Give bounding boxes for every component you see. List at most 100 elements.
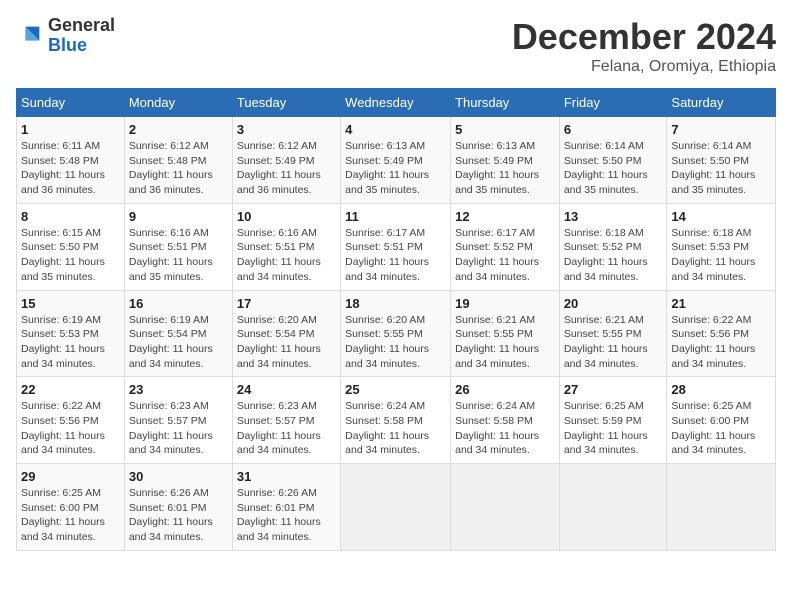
day-info: Sunrise: 6:14 AMSunset: 5:50 PMDaylight:…	[564, 139, 663, 198]
day-info: Sunrise: 6:26 AMSunset: 6:01 PMDaylight:…	[129, 486, 228, 545]
calendar-cell	[341, 464, 451, 551]
calendar-week-4: 22 Sunrise: 6:22 AMSunset: 5:56 PMDayligh…	[17, 377, 776, 464]
day-number: 31	[237, 469, 336, 484]
calendar-cell: 23Sunrise: 6:23 AMSunset: 5:57 PMDayligh…	[124, 377, 232, 464]
day-info: Sunrise: 6:21 AMSunset: 5:55 PMDaylight:…	[455, 313, 555, 372]
day-info: Sunrise: 6:22 AMSunset: 5:56 PMDaylight:…	[671, 313, 771, 372]
day-number: 26	[455, 382, 555, 397]
day-info: Sunrise: 6:26 AMSunset: 6:01 PMDaylight:…	[237, 486, 336, 545]
day-info: Sunrise: 6:24 AMSunset: 5:58 PMDaylight:…	[455, 399, 555, 458]
col-monday: Monday	[124, 89, 232, 117]
day-info: Sunrise: 6:24 AMSunset: 5:58 PMDaylight:…	[345, 399, 446, 458]
day-number: 9	[129, 209, 228, 224]
day-number: 10	[237, 209, 336, 224]
col-tuesday: Tuesday	[232, 89, 340, 117]
day-number: 27	[564, 382, 663, 397]
col-friday: Friday	[559, 89, 667, 117]
day-number: 12	[455, 209, 555, 224]
calendar-cell: 25 Sunrise: 6:24 AMSunset: 5:58 PMDayligh…	[341, 377, 451, 464]
calendar-cell: 29 Sunrise: 6:25 AMSunset: 6:00 PMDayligh…	[17, 464, 125, 551]
calendar-cell: 3Sunrise: 6:12 AMSunset: 5:49 PMDaylight…	[232, 117, 340, 204]
calendar-week-3: 15 Sunrise: 6:19 AMSunset: 5:53 PMDayligh…	[17, 290, 776, 377]
logo-general: General	[48, 16, 115, 36]
day-info: Sunrise: 6:20 AMSunset: 5:54 PMDaylight:…	[237, 313, 336, 372]
calendar-cell	[667, 464, 776, 551]
day-info: Sunrise: 6:16 AMSunset: 5:51 PMDaylight:…	[129, 226, 228, 285]
day-number: 16	[129, 296, 228, 311]
calendar-cell: 28 Sunrise: 6:25 AMSunset: 6:00 PMDayligh…	[667, 377, 776, 464]
calendar-week-5: 29 Sunrise: 6:25 AMSunset: 6:00 PMDayligh…	[17, 464, 776, 551]
calendar-cell: 26 Sunrise: 6:24 AMSunset: 5:58 PMDayligh…	[451, 377, 560, 464]
day-number: 29	[21, 469, 120, 484]
calendar-cell: 22 Sunrise: 6:22 AMSunset: 5:56 PMDayligh…	[17, 377, 125, 464]
day-number: 21	[671, 296, 771, 311]
calendar-cell: 15 Sunrise: 6:19 AMSunset: 5:53 PMDayligh…	[17, 290, 125, 377]
day-info: Sunrise: 6:19 AMSunset: 5:54 PMDaylight:…	[129, 313, 228, 372]
calendar-cell: 9 Sunrise: 6:16 AMSunset: 5:51 PMDaylight…	[124, 203, 232, 290]
calendar-cell: 5 Sunrise: 6:13 AMSunset: 5:49 PMDaylight…	[451, 117, 560, 204]
calendar-cell: 21 Sunrise: 6:22 AMSunset: 5:56 PMDayligh…	[667, 290, 776, 377]
day-number: 20	[564, 296, 663, 311]
day-info: Sunrise: 6:17 AMSunset: 5:51 PMDaylight:…	[345, 226, 446, 285]
calendar-cell: 12Sunrise: 6:17 AMSunset: 5:52 PMDayligh…	[451, 203, 560, 290]
day-number: 24	[237, 382, 336, 397]
day-number: 30	[129, 469, 228, 484]
calendar-week-1: 1 Sunrise: 6:11 AMSunset: 5:48 PMDaylight…	[17, 117, 776, 204]
logo-icon	[16, 22, 44, 50]
day-info: Sunrise: 6:21 AMSunset: 5:55 PMDaylight:…	[564, 313, 663, 372]
calendar-cell: 16 Sunrise: 6:19 AMSunset: 5:54 PMDayligh…	[124, 290, 232, 377]
day-info: Sunrise: 6:25 AMSunset: 6:00 PMDaylight:…	[21, 486, 120, 545]
logo: General Blue	[16, 16, 115, 56]
day-number: 15	[21, 296, 120, 311]
day-number: 17	[237, 296, 336, 311]
calendar-cell: 14 Sunrise: 6:18 AMSunset: 5:53 PMDayligh…	[667, 203, 776, 290]
day-info: Sunrise: 6:23 AMSunset: 5:57 PMDaylight:…	[237, 399, 336, 458]
day-info: Sunrise: 6:20 AMSunset: 5:55 PMDaylight:…	[345, 313, 446, 372]
day-info: Sunrise: 6:13 AMSunset: 5:49 PMDaylight:…	[455, 139, 555, 198]
calendar-cell: 24 Sunrise: 6:23 AMSunset: 5:57 PMDayligh…	[232, 377, 340, 464]
calendar-week-2: 8 Sunrise: 6:15 AMSunset: 5:50 PMDaylight…	[17, 203, 776, 290]
day-info: Sunrise: 6:25 AMSunset: 6:00 PMDaylight:…	[671, 399, 771, 458]
day-number: 4	[345, 122, 446, 137]
calendar-body: 1 Sunrise: 6:11 AMSunset: 5:48 PMDaylight…	[17, 117, 776, 551]
calendar-cell: 19 Sunrise: 6:21 AMSunset: 5:55 PMDayligh…	[451, 290, 560, 377]
col-saturday: Saturday	[667, 89, 776, 117]
calendar-cell: 18 Sunrise: 6:20 AMSunset: 5:55 PMDayligh…	[341, 290, 451, 377]
calendar-cell: 20 Sunrise: 6:21 AMSunset: 5:55 PMDayligh…	[559, 290, 667, 377]
calendar-cell: 11 Sunrise: 6:17 AMSunset: 5:51 PMDayligh…	[341, 203, 451, 290]
day-number: 8	[21, 209, 120, 224]
calendar-cell: 31 Sunrise: 6:26 AMSunset: 6:01 PMDayligh…	[232, 464, 340, 551]
day-number: 25	[345, 382, 446, 397]
calendar-table: Sunday Monday Tuesday Wednesday Thursday…	[16, 88, 776, 551]
day-info: Sunrise: 6:19 AMSunset: 5:53 PMDaylight:…	[21, 313, 120, 372]
day-info: Sunrise: 6:25 AMSunset: 5:59 PMDaylight:…	[564, 399, 663, 458]
day-number: 7	[671, 122, 771, 137]
calendar-cell: 6Sunrise: 6:14 AMSunset: 5:50 PMDaylight…	[559, 117, 667, 204]
day-number: 14	[671, 209, 771, 224]
day-number: 2	[129, 122, 228, 137]
day-info: Sunrise: 6:16 AMSunset: 5:51 PMDaylight:…	[237, 226, 336, 285]
page-header: General Blue December 2024 Felana, Oromi…	[16, 16, 776, 76]
calendar-cell	[559, 464, 667, 551]
col-wednesday: Wednesday	[341, 89, 451, 117]
col-thursday: Thursday	[451, 89, 560, 117]
day-info: Sunrise: 6:12 AMSunset: 5:48 PMDaylight:…	[129, 139, 228, 198]
calendar-cell: 7Sunrise: 6:14 AMSunset: 5:50 PMDaylight…	[667, 117, 776, 204]
day-number: 22	[21, 382, 120, 397]
day-number: 3	[237, 122, 336, 137]
day-info: Sunrise: 6:15 AMSunset: 5:50 PMDaylight:…	[21, 226, 120, 285]
day-info: Sunrise: 6:11 AMSunset: 5:48 PMDaylight:…	[21, 139, 120, 198]
day-number: 18	[345, 296, 446, 311]
calendar-cell: 27 Sunrise: 6:25 AMSunset: 5:59 PMDayligh…	[559, 377, 667, 464]
day-number: 5	[455, 122, 555, 137]
day-info: Sunrise: 6:22 AMSunset: 5:56 PMDaylight:…	[21, 399, 120, 458]
day-number: 1	[21, 122, 120, 137]
day-info: Sunrise: 6:18 AMSunset: 5:53 PMDaylight:…	[671, 226, 771, 285]
title-block: December 2024 Felana, Oromiya, Ethiopia	[512, 16, 776, 76]
day-number: 19	[455, 296, 555, 311]
day-number: 11	[345, 209, 446, 224]
calendar-cell: 8 Sunrise: 6:15 AMSunset: 5:50 PMDaylight…	[17, 203, 125, 290]
day-number: 23	[129, 382, 228, 397]
location-subtitle: Felana, Oromiya, Ethiopia	[512, 58, 776, 76]
day-number: 28	[671, 382, 771, 397]
